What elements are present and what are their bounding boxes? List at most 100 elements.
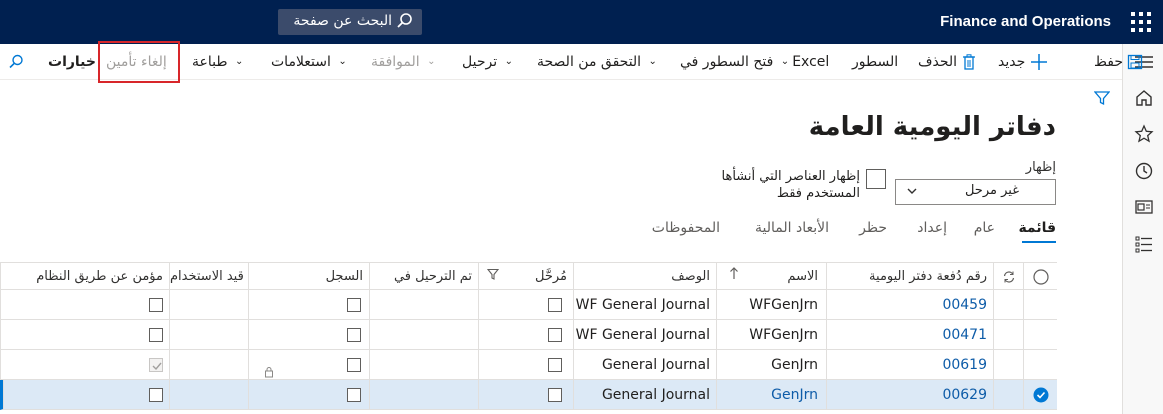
- system-secured-cell: [0, 320, 169, 350]
- row-select-cell[interactable]: [1023, 320, 1057, 350]
- search-icon: [396, 12, 414, 34]
- journal-description: General Journal: [573, 380, 716, 410]
- table-row[interactable]: 00619 GenJrn General Journal: [0, 350, 1057, 380]
- table-row[interactable]: 00459 WFGenJrn WF General Journal: [0, 290, 1057, 320]
- tab-list[interactable]: قائمة: [1018, 220, 1056, 236]
- delete-button[interactable]: الحذف: [918, 44, 976, 80]
- filter-icon[interactable]: [486, 263, 500, 291]
- print-menu[interactable]: طباعة ⌄: [192, 44, 246, 80]
- system-secured-checkbox[interactable]: [149, 298, 163, 312]
- navigation-pane: [1122, 44, 1163, 414]
- column-header-name[interactable]: الاسم: [716, 263, 826, 291]
- approval-menu[interactable]: الموافقة ⌄: [371, 44, 439, 80]
- column-header-system-secured[interactable]: مؤمن عن طريق النظام: [0, 263, 169, 291]
- column-header-in-use[interactable]: قيد الاستخدام: [169, 263, 248, 291]
- row-select-cell[interactable]: [1023, 290, 1057, 320]
- staged-checkbox[interactable]: [548, 328, 562, 342]
- add-icon: [1030, 54, 1048, 70]
- modules-list-icon[interactable]: [1134, 234, 1154, 254]
- approval-label: الموافقة: [371, 54, 420, 70]
- select-all-radio[interactable]: [1023, 263, 1057, 291]
- lines-button[interactable]: السطور: [852, 44, 898, 80]
- column-header-batch[interactable]: رقم دُفعة دفتر اليومية: [826, 263, 993, 291]
- home-icon[interactable]: [1134, 88, 1154, 108]
- user-created-only-checkbox[interactable]: [866, 169, 886, 189]
- system-secured-cell: [0, 350, 169, 380]
- staged-checkbox[interactable]: [548, 298, 562, 312]
- system-secured-checkbox[interactable]: [149, 328, 163, 342]
- search-icon[interactable]: [8, 44, 24, 80]
- print-label: طباعة: [192, 54, 228, 70]
- validate-menu[interactable]: التحقق من الصحة ⌄: [537, 44, 660, 80]
- highlight-box: [98, 41, 180, 83]
- batch-number-link[interactable]: 00619: [826, 350, 993, 380]
- column-header-log[interactable]: السجل: [248, 263, 369, 291]
- in-use-cell: [169, 290, 248, 320]
- journal-name: GenJrn: [716, 380, 826, 410]
- column-header-description[interactable]: الوصف: [573, 263, 716, 291]
- system-secured-checkbox[interactable]: [149, 358, 163, 372]
- table-row[interactable]: 00471 WFGenJrn WF General Journal: [0, 320, 1057, 350]
- column-header-posted-in[interactable]: تم الترحيل في: [369, 263, 478, 291]
- journal-description: General Journal: [573, 350, 716, 380]
- column-header-staged[interactable]: مُرحَّل: [478, 263, 573, 291]
- inquiries-label: استعلامات: [271, 54, 331, 70]
- log-checkbox[interactable]: [347, 388, 361, 402]
- recent-clock-icon[interactable]: [1134, 161, 1154, 181]
- delete-label: الحذف: [918, 54, 958, 70]
- system-secured-checkbox[interactable]: [149, 388, 163, 402]
- column-header-name-label: الاسم: [787, 269, 818, 284]
- post-menu[interactable]: ترحيل ⌄: [462, 44, 516, 80]
- log-checkbox[interactable]: [347, 328, 361, 342]
- column-header-staged-label: مُرحَّل: [534, 269, 567, 284]
- options-tab[interactable]: خيارات: [48, 44, 96, 80]
- log-checkbox[interactable]: [347, 298, 361, 312]
- row-select-cell[interactable]: [1023, 350, 1057, 380]
- sort-ascending-icon: [729, 263, 739, 291]
- system-secured-cell: [3, 380, 169, 410]
- refresh-icon[interactable]: [993, 263, 1023, 291]
- chevron-down-icon: ⌄: [780, 56, 790, 67]
- grid-header-row: رقم دُفعة دفتر اليومية الاسم الوصف مُرحَ…: [0, 262, 1057, 291]
- favorites-star-icon[interactable]: [1134, 124, 1154, 144]
- save-button[interactable]: حفظ: [1094, 44, 1143, 80]
- user-created-only-label: إظهار العناصر التي أنشأها المستخدم فقط: [721, 169, 860, 201]
- filter-icon[interactable]: [1093, 90, 1111, 110]
- staged-checkbox[interactable]: [548, 388, 562, 402]
- row-marker-cell: [993, 380, 1023, 410]
- open-lines-in-excel-button[interactable]: فتح السطور في ⌄ Excel: [680, 44, 829, 80]
- tab-history[interactable]: المحفوظات: [652, 220, 720, 236]
- log-checkbox[interactable]: [347, 358, 361, 372]
- staged-cell: [478, 290, 573, 320]
- top-bar: البحث عن صفحة Finance and Operations: [0, 0, 1163, 44]
- inquiries-menu[interactable]: استعلامات ⌄: [271, 44, 350, 80]
- batch-number-link[interactable]: 00629: [826, 380, 993, 410]
- chevron-down-icon: ⌄: [338, 56, 347, 67]
- new-button[interactable]: جديد: [998, 44, 1048, 80]
- show-filter-value: غير مرحل: [964, 183, 1019, 198]
- table-row-selected[interactable]: 00629 GenJrn General Journal: [0, 380, 1057, 410]
- chevron-down-icon: ⌄: [234, 56, 244, 67]
- log-cell: [248, 290, 369, 320]
- journal-description: WF General Journal: [573, 320, 716, 350]
- batch-number-link[interactable]: 00459: [826, 290, 993, 320]
- tab-financial-dimensions[interactable]: الأبعاد المالية: [755, 220, 829, 236]
- row-select-cell[interactable]: [1023, 380, 1057, 410]
- active-tab-indicator: [1022, 241, 1056, 243]
- batch-number-link[interactable]: 00471: [826, 320, 993, 350]
- workspaces-icon[interactable]: [1134, 197, 1154, 217]
- excel-label: Excel: [792, 54, 830, 70]
- staged-cell: [478, 380, 573, 410]
- system-secured-cell: [0, 290, 169, 320]
- page-search-label: البحث عن صفحة: [293, 13, 392, 29]
- show-filter-select[interactable]: غير مرحل: [895, 179, 1056, 205]
- app-launcher-icon[interactable]: [1129, 10, 1153, 34]
- posted-in-cell: [369, 350, 478, 380]
- staged-checkbox[interactable]: [548, 358, 562, 372]
- tab-setup[interactable]: إعداد: [917, 220, 947, 236]
- page-search-box[interactable]: البحث عن صفحة: [278, 9, 422, 35]
- open-lines-in-label: فتح السطور في: [680, 54, 774, 70]
- row-marker-cell: [993, 320, 1023, 350]
- tab-general[interactable]: عام: [974, 220, 995, 236]
- tab-blocking[interactable]: حظر: [859, 220, 887, 236]
